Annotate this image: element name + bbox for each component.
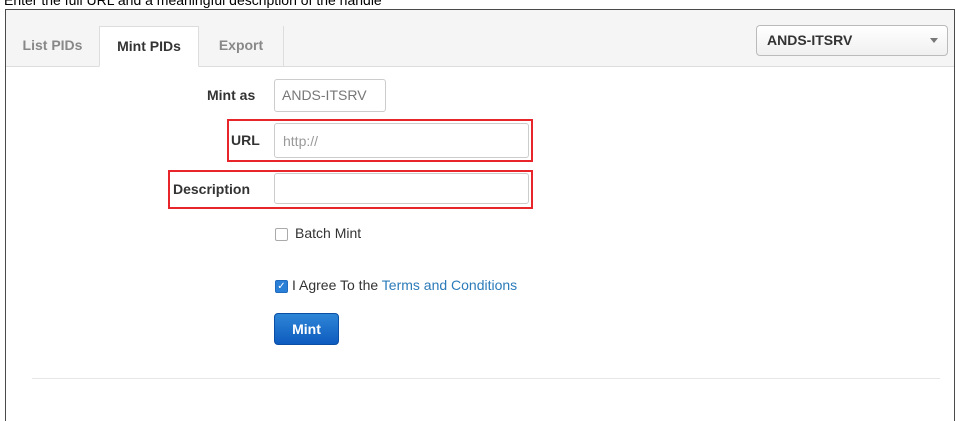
identity-select[interactable]: ANDS-ITSRV bbox=[756, 25, 948, 56]
batch-mint-label: Batch Mint bbox=[295, 225, 362, 241]
agree-checkbox[interactable]: ✓ bbox=[275, 280, 288, 293]
mint-as-value: ANDS-ITSRV bbox=[274, 79, 386, 112]
instruction-caption: Enter the full URL and a meaningful desc… bbox=[4, 0, 382, 8]
chevron-down-icon bbox=[930, 38, 938, 43]
mint-button[interactable]: Mint bbox=[274, 313, 339, 345]
tab-bar: List PIDs Mint PIDs Export ANDS-ITSRV bbox=[6, 10, 954, 67]
url-label: URL bbox=[231, 132, 260, 148]
tab-mint-pids[interactable]: Mint PIDs bbox=[99, 26, 199, 67]
description-input[interactable] bbox=[274, 173, 529, 204]
mint-panel: List PIDs Mint PIDs Export ANDS-ITSRV Mi… bbox=[5, 9, 955, 421]
agree-prefix: I Agree To the bbox=[292, 277, 382, 293]
agree-text: I Agree To the Terms and Conditions bbox=[292, 277, 517, 293]
url-input[interactable] bbox=[274, 123, 529, 158]
divider bbox=[32, 378, 940, 379]
terms-link[interactable]: Terms and Conditions bbox=[382, 277, 517, 293]
identity-select-value: ANDS-ITSRV bbox=[767, 32, 853, 48]
batch-mint-checkbox[interactable] bbox=[275, 228, 288, 241]
tab-list-pids[interactable]: List PIDs bbox=[6, 26, 99, 66]
mint-as-label: Mint as bbox=[207, 87, 256, 103]
description-label: Description bbox=[173, 181, 251, 197]
tab-export[interactable]: Export bbox=[199, 26, 284, 66]
